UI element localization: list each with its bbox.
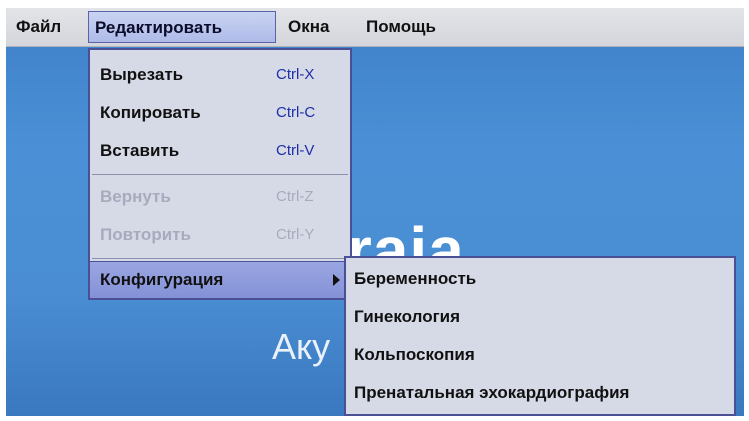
- menu-separator: [92, 258, 348, 259]
- menu-windows[interactable]: Окна: [282, 11, 335, 43]
- edit-dropdown-menu: Вырезать Ctrl-X Копировать Ctrl-C Встави…: [88, 48, 352, 300]
- menu-item-label: Вставить: [100, 141, 180, 160]
- menu-item-label: Вернуть: [100, 187, 171, 206]
- shortcut-label: Ctrl-X: [276, 66, 315, 83]
- brand-subtitle: Aку: [272, 326, 331, 367]
- shortcut-label: Ctrl-Y: [276, 226, 315, 243]
- menu-separator: [92, 174, 348, 175]
- menu-item-label: Беременность: [354, 269, 477, 288]
- menu-item-cut[interactable]: Вырезать Ctrl-X: [90, 56, 350, 94]
- submenu-item-colposcopy[interactable]: Кольпоскопия: [346, 336, 734, 374]
- menu-item-label: Повторить: [100, 225, 191, 244]
- submenu-item-prenatal-echocardiography[interactable]: Пренатальная эхокардиография: [346, 374, 734, 412]
- submenu-item-gynecology[interactable]: Гинекология: [346, 298, 734, 336]
- menu-item-label: Вырезать: [100, 65, 184, 84]
- menu-item-label: Кольпоскопия: [354, 345, 475, 364]
- menu-item-undo: Вернуть Ctrl-Z: [90, 178, 350, 216]
- submenu-arrow-icon: [333, 274, 340, 286]
- menu-file[interactable]: Файл: [10, 11, 67, 43]
- menu-bar: Файл Редактировать Окна Помощь: [6, 8, 744, 47]
- shortcut-label: Ctrl-Z: [276, 188, 314, 205]
- menu-item-label: Гинекология: [354, 307, 461, 326]
- menu-item-configuration[interactable]: Конфигурация: [90, 261, 350, 299]
- submenu-item-pregnancy[interactable]: Беременность: [346, 260, 734, 298]
- shortcut-label: Ctrl-C: [276, 104, 316, 121]
- menu-item-label: Пренатальная эхокардиография: [354, 383, 630, 402]
- menu-edit[interactable]: Редактировать: [88, 11, 276, 43]
- menu-item-paste[interactable]: Вставить Ctrl-V: [90, 132, 350, 170]
- menu-item-label: Копировать: [100, 103, 201, 122]
- menu-item-redo: Повторить Ctrl-Y: [90, 216, 350, 254]
- app-window: atraia Aку Файл Редактировать Окна Помощ…: [6, 8, 744, 416]
- menu-item-copy[interactable]: Копировать Ctrl-C: [90, 94, 350, 132]
- menu-help[interactable]: Помощь: [360, 11, 442, 43]
- menu-item-label: Конфигурация: [100, 270, 224, 289]
- shortcut-label: Ctrl-V: [276, 142, 315, 159]
- configuration-submenu: Беременность Гинекология Кольпоскопия Пр…: [344, 256, 736, 416]
